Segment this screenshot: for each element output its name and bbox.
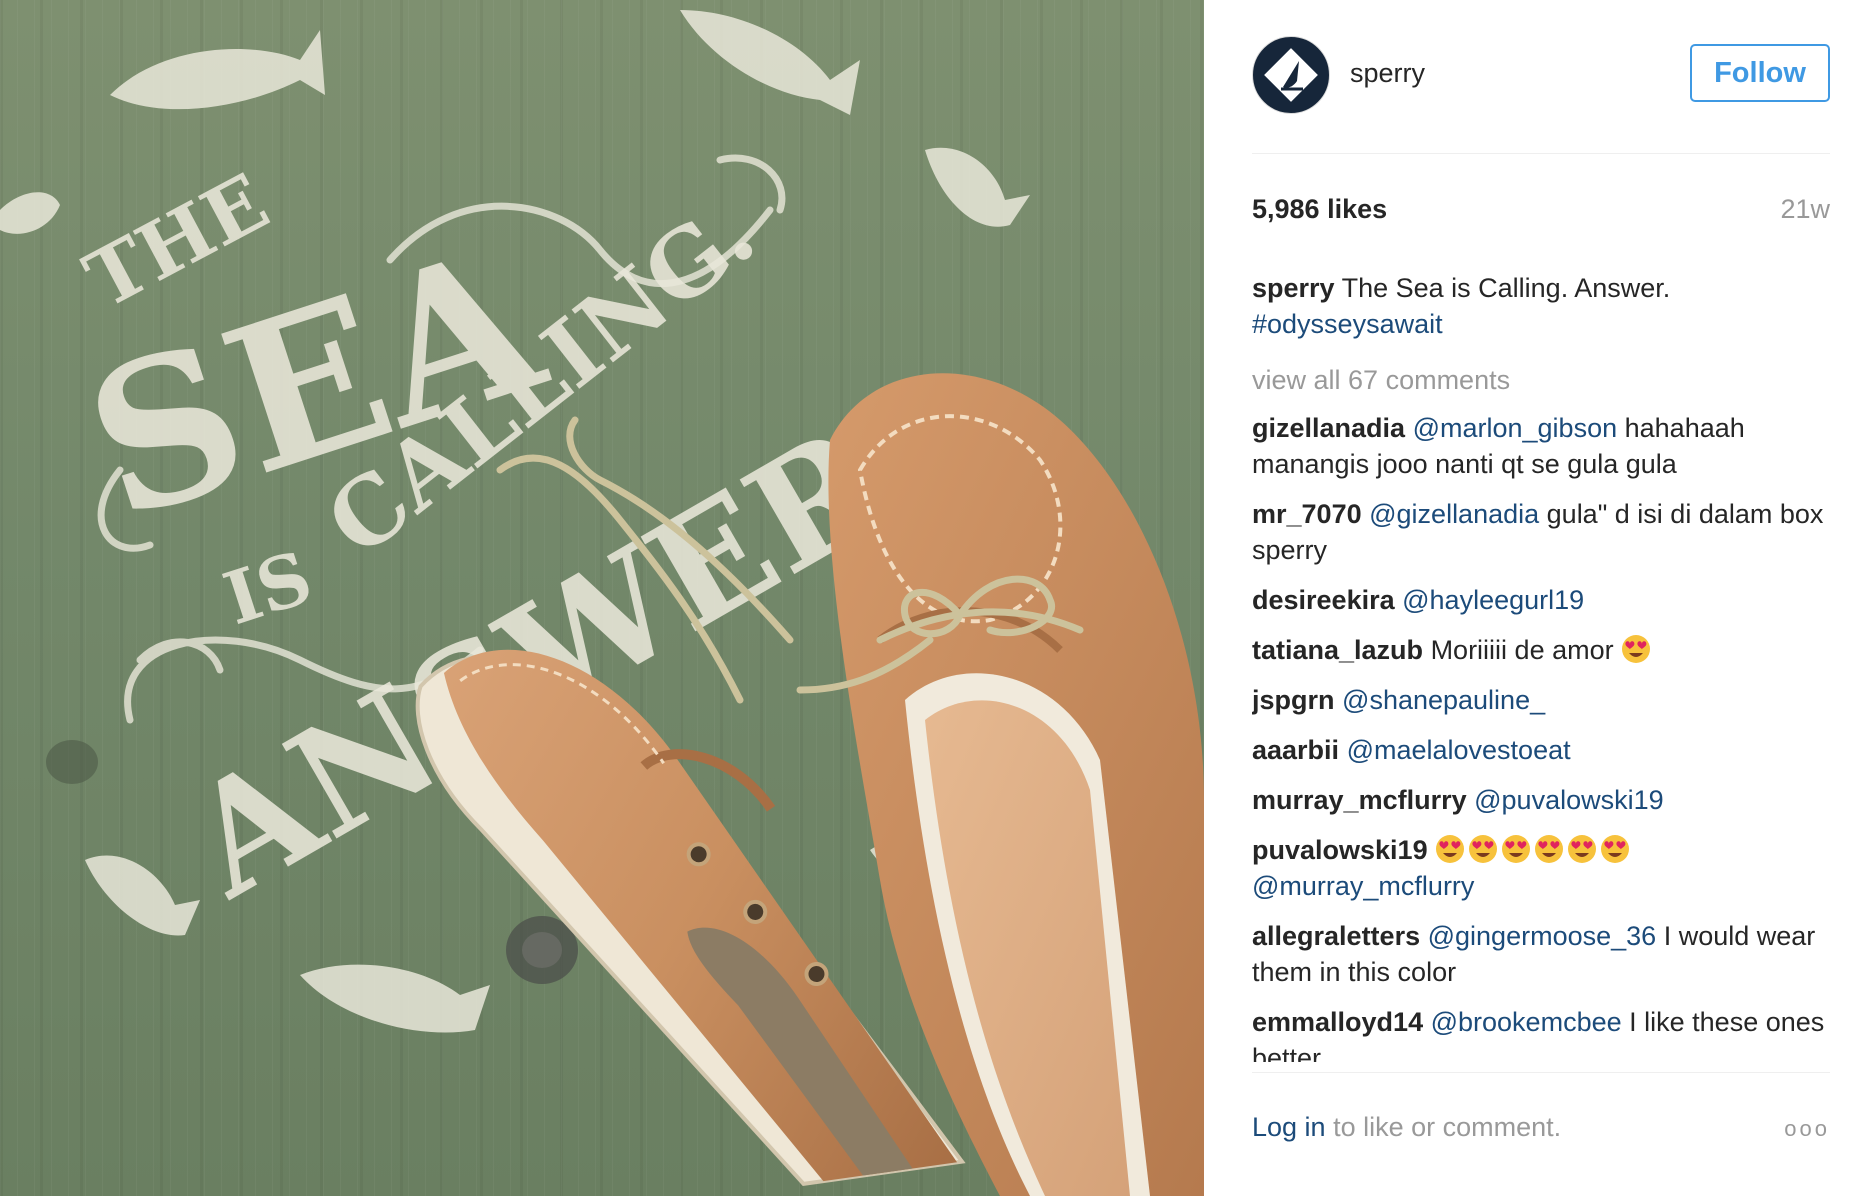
comment-user[interactable]: tatiana_lazub	[1252, 635, 1423, 665]
comment-user[interactable]: desireekira	[1252, 585, 1395, 615]
login-prompt: Log in to like or comment. ooo	[1252, 1112, 1830, 1143]
comment-user[interactable]: mr_7070	[1252, 499, 1362, 529]
comment-item: jspgrn @shanepauline_	[1252, 682, 1832, 718]
view-all-comments-link[interactable]: view all 67 comments	[1252, 362, 1832, 398]
caption-text: The Sea is Calling. Answer.	[1341, 273, 1671, 303]
heart-eyes-emoji-icon	[1534, 834, 1564, 864]
more-options-icon[interactable]: ooo	[1784, 1116, 1830, 1142]
follow-button[interactable]: Follow	[1690, 44, 1830, 102]
comment-mention[interactable]: @gingermoose_36	[1428, 921, 1657, 951]
comment-mention[interactable]: @brookemcbee	[1431, 1007, 1622, 1037]
photo-illustration: THE SEA IS CALLING. ANSWER.	[0, 10, 1204, 1196]
instagram-post: THE SEA IS CALLING. ANSWER. sperry Follo…	[0, 0, 1868, 1196]
post-age[interactable]: 21w	[1780, 194, 1830, 225]
login-prompt-text: to like or comment.	[1333, 1112, 1562, 1142]
comment-user[interactable]: gizellanadia	[1252, 413, 1405, 443]
heart-eyes-emoji-icon	[1567, 834, 1597, 864]
emoji-group	[1435, 835, 1633, 865]
comment-item: aaarbii @maelalovestoeat	[1252, 732, 1832, 768]
caption-hashtag[interactable]: #odysseysawait	[1252, 309, 1443, 339]
caption-user[interactable]: sperry	[1252, 273, 1335, 303]
post-photo[interactable]: THE SEA IS CALLING. ANSWER.	[0, 0, 1204, 1196]
comment-item: mr_7070 @gizellanadia gula" d isi di dal…	[1252, 496, 1832, 568]
comment-mention[interactable]: @marlon_gibson	[1413, 413, 1618, 443]
comments-list[interactable]: sperry The Sea is Calling. Answer. #odys…	[1252, 270, 1832, 1062]
login-link[interactable]: Log in	[1252, 1112, 1326, 1142]
comment-mention[interactable]: @murray_mcflurry	[1252, 871, 1474, 901]
comment-user[interactable]: puvalowski19	[1252, 835, 1428, 865]
comment-mention[interactable]: @maelalovestoeat	[1347, 735, 1571, 765]
likes-count[interactable]: 5,986 likes	[1252, 194, 1387, 225]
caption: sperry The Sea is Calling. Answer. #odys…	[1252, 270, 1832, 342]
comment-user[interactable]: emmalloyd14	[1252, 1007, 1423, 1037]
photo-text-is: IS	[214, 534, 322, 641]
comment-user[interactable]: allegraletters	[1252, 921, 1420, 951]
comment-item: allegraletters @gingermoose_36 I would w…	[1252, 918, 1832, 990]
comment-item: puvalowski19 @murray_mcflurry	[1252, 832, 1832, 904]
comment-item: gizellanadia @marlon_gibson hahahaah man…	[1252, 410, 1832, 482]
footer-divider	[1252, 1072, 1830, 1073]
comment-item: tatiana_lazub Moriiiii de amor	[1252, 632, 1832, 668]
heart-eyes-emoji-icon	[1621, 634, 1651, 664]
comment-text: Moriiiii de amor	[1430, 635, 1614, 665]
sperry-logo-icon	[1264, 48, 1318, 102]
comment-mention[interactable]: @hayleegurl19	[1402, 585, 1584, 615]
comment-user[interactable]: murray_mcflurry	[1252, 785, 1467, 815]
account-username[interactable]: sperry	[1350, 58, 1425, 89]
comment-mention[interactable]: @shanepauline_	[1342, 685, 1545, 715]
heart-eyes-emoji-icon	[1501, 834, 1531, 864]
post-header: sperry Follow	[1252, 36, 1830, 114]
heart-eyes-emoji-icon	[1435, 834, 1465, 864]
comment-item: desireekira @hayleegurl19	[1252, 582, 1832, 618]
header-divider	[1252, 153, 1830, 154]
comment-item: emmalloyd14 @brookemcbee I like these on…	[1252, 1004, 1832, 1062]
comment-item: murray_mcflurry @puvalowski19	[1252, 782, 1832, 818]
comment-mention[interactable]: @gizellanadia	[1369, 499, 1539, 529]
heart-eyes-emoji-icon	[1468, 834, 1498, 864]
comment-mention[interactable]: @puvalowski19	[1474, 785, 1664, 815]
comment-user[interactable]: jspgrn	[1252, 685, 1335, 715]
heart-eyes-emoji-icon	[1600, 834, 1630, 864]
avatar[interactable]	[1252, 36, 1330, 114]
post-details-panel: sperry Follow 5,986 likes 21w sperry The…	[1204, 0, 1868, 1196]
comment-user[interactable]: aaarbii	[1252, 735, 1339, 765]
